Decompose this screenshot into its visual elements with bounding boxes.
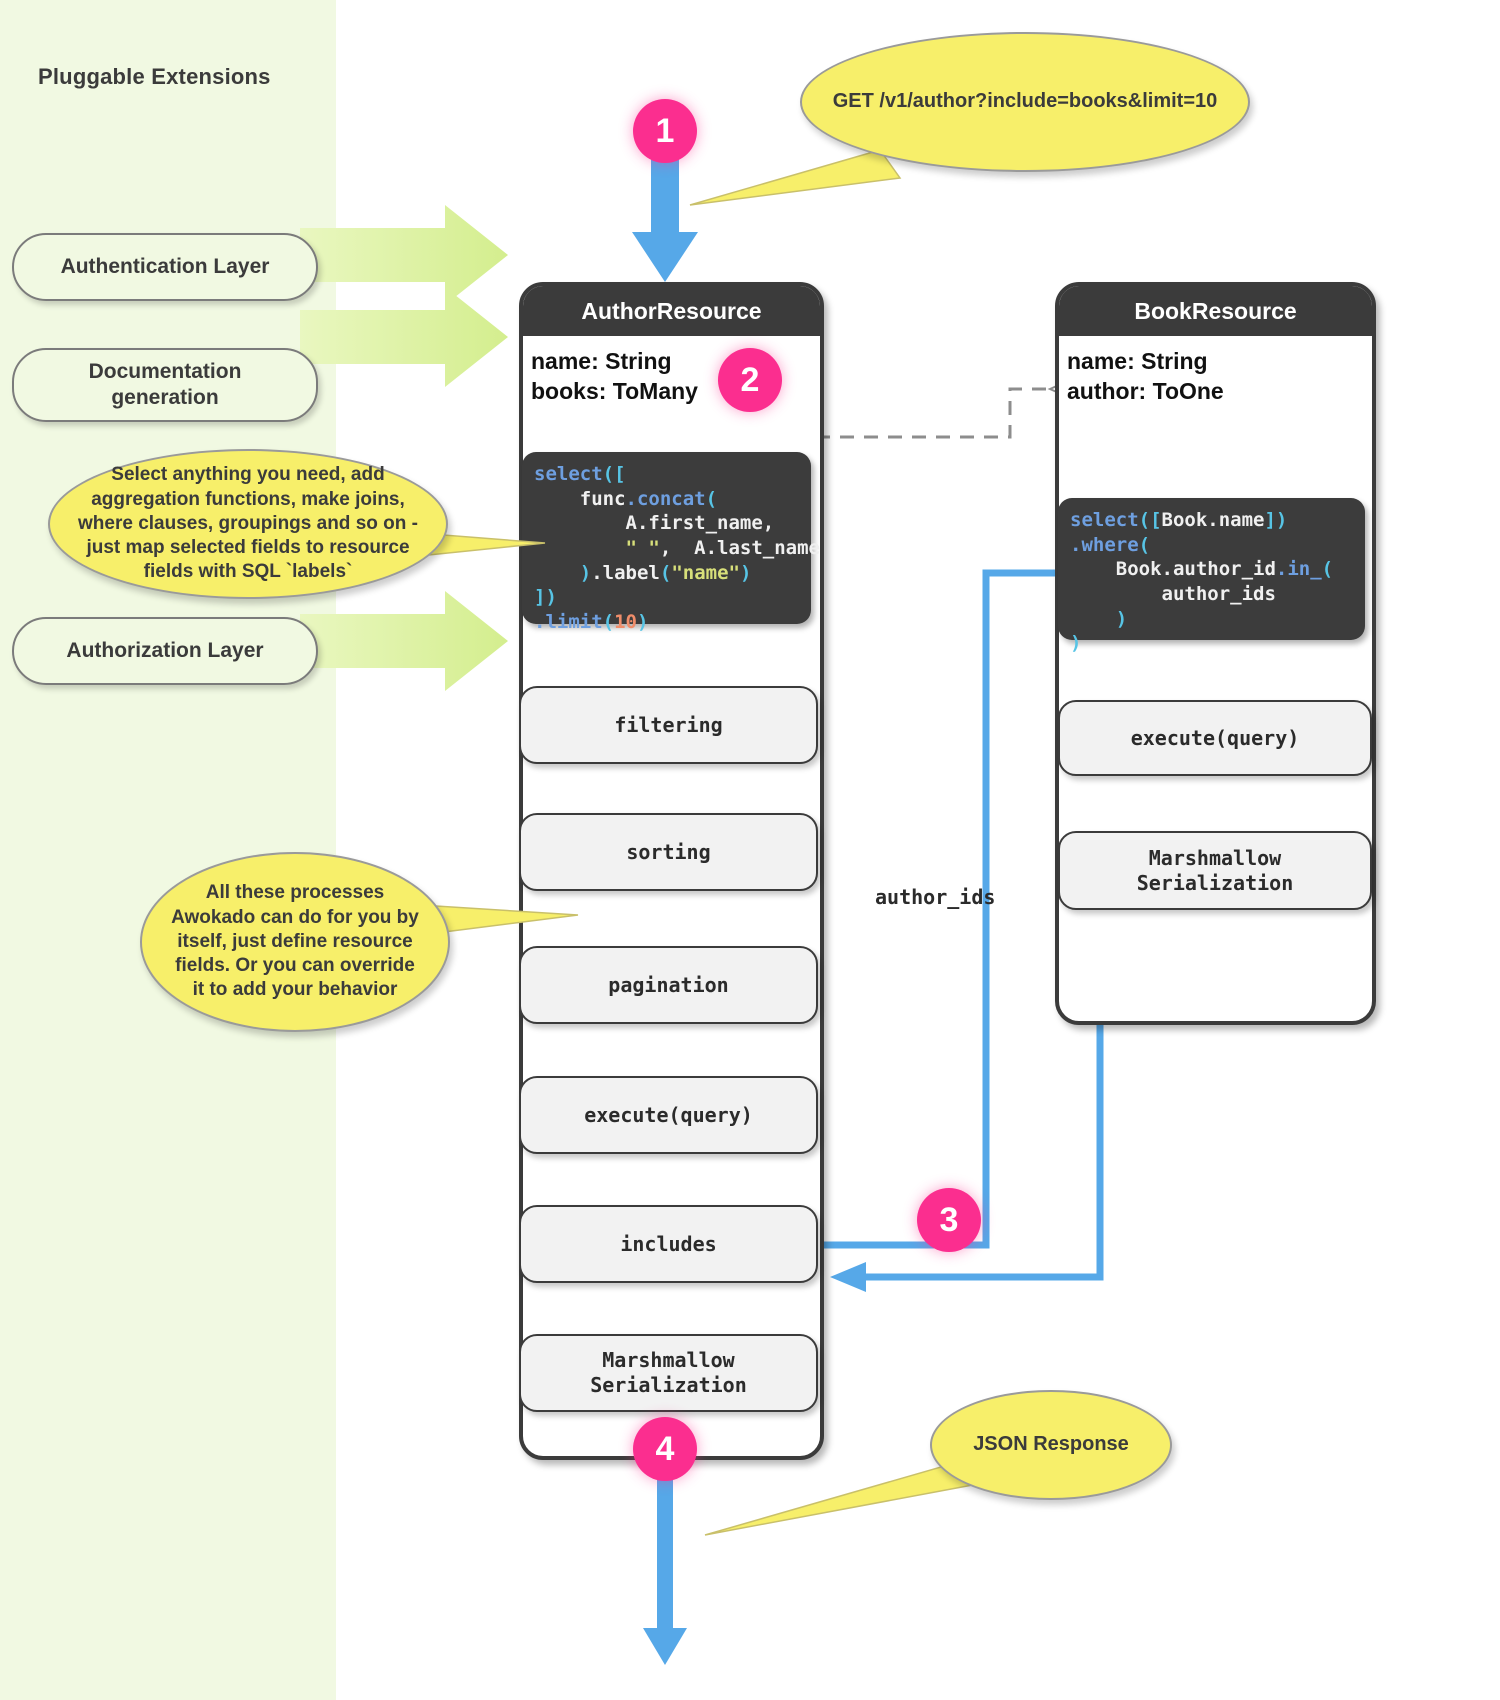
- marker-3: 3: [917, 1188, 981, 1252]
- request-callout: GET /v1/author?include=books&limit=10: [800, 32, 1250, 172]
- code-token: .where: [1070, 533, 1139, 556]
- marker-label: 2: [740, 360, 760, 399]
- select-note-text: Select anything you need, add aggregatio…: [78, 464, 418, 583]
- book-query-code: select([Book.name]) .where( Book.author_…: [1058, 498, 1365, 654]
- author-step-filtering[interactable]: filtering: [519, 686, 818, 764]
- code-token: ): [739, 561, 752, 584]
- ext-item-label: Authorization Layer: [66, 638, 264, 662]
- process-note-callout: All these processes Awokado can do for y…: [140, 852, 450, 1032]
- author-step-execute-query[interactable]: execute(query): [519, 1076, 818, 1154]
- code-token: .label: [591, 561, 660, 584]
- request-callout-text: GET /v1/author?include=books&limit=10: [832, 90, 1218, 113]
- book-field-author: author: ToOne: [1067, 378, 1224, 405]
- marker-2: 2: [718, 348, 782, 412]
- book-step-execute-query[interactable]: execute(query): [1058, 700, 1372, 776]
- ext-item-label: Documentation generation: [88, 359, 242, 409]
- book-field-name: name: String: [1067, 348, 1208, 374]
- marker-1: 1: [633, 99, 697, 163]
- code-token: (: [659, 561, 672, 584]
- code-token: .limit: [534, 611, 603, 634]
- book-resource-card[interactable]: BookResource name: String author: ToOne: [1055, 282, 1376, 1025]
- code-token: ): [1070, 632, 1082, 655]
- code-token: select: [534, 463, 603, 485]
- author-step-sorting[interactable]: sorting: [519, 813, 818, 891]
- step-label: includes: [620, 1231, 717, 1256]
- code-token: func: [534, 487, 626, 510]
- response-arrow: [643, 1478, 687, 1665]
- code-token: 10: [614, 611, 637, 634]
- author-step-marshmallow-serialization[interactable]: Marshmallow Serialization: [519, 1334, 818, 1412]
- book-result-arrowhead: [830, 1262, 866, 1292]
- code-token: ]): [1264, 509, 1288, 531]
- marker-4: 4: [633, 1417, 697, 1481]
- step-label: execute(query): [1130, 725, 1300, 750]
- ext-item-authentication-layer[interactable]: Authentication Layer: [12, 233, 318, 301]
- diagram-canvas: Pluggable Extensions Authentication Laye…: [0, 0, 1500, 1700]
- code-token: ): [579, 561, 592, 584]
- panel-title: Pluggable Extensions: [38, 64, 271, 89]
- ext-item-authorization-layer[interactable]: Authorization Layer: [12, 617, 318, 685]
- code-token: .concat: [625, 487, 706, 510]
- process-note-text: All these processes Awokado can do for y…: [171, 882, 419, 1001]
- author-step-pagination[interactable]: pagination: [519, 946, 818, 1024]
- response-callout: JSON Response: [930, 1390, 1172, 1500]
- select-note-callout: Select anything you need, add aggregatio…: [48, 449, 448, 599]
- author-resource-title: AuthorResource: [523, 286, 820, 336]
- author-query-code: select([ func.concat( A.first_name, " ",…: [522, 452, 820, 633]
- code-token: (: [602, 611, 615, 634]
- code-token: " ": [625, 537, 660, 560]
- code-token: ]): [534, 586, 557, 609]
- code-token: , A.last_name: [659, 537, 820, 560]
- marker-label: 4: [655, 1429, 675, 1468]
- code-token: Book.name: [1161, 509, 1265, 531]
- code-token: ): [636, 611, 649, 634]
- marker-label: 3: [939, 1200, 959, 1239]
- code-token: A.first_name,: [534, 512, 775, 535]
- ext-item-label: Authentication Layer: [60, 254, 270, 278]
- step-label: Marshmallow Serialization: [1136, 845, 1294, 895]
- code-token: select: [1070, 509, 1139, 531]
- ext-item-documentation-generation[interactable]: Documentation generation: [12, 348, 318, 422]
- code-token: ([: [1138, 509, 1162, 531]
- step-label: execute(query): [584, 1102, 753, 1127]
- step-label: sorting: [626, 839, 711, 864]
- step-label: Marshmallow Serialization: [590, 1348, 747, 1397]
- request-bubble-tail: [689, 149, 902, 206]
- author-ids-edge-label: author_ids: [875, 885, 996, 909]
- code-token: (: [1138, 533, 1151, 556]
- code-token: author_ids: [1070, 583, 1276, 606]
- code-token: ([: [602, 463, 626, 485]
- code-token: (: [1321, 558, 1334, 581]
- code-token: ): [1070, 607, 1128, 630]
- step-label: pagination: [608, 972, 729, 997]
- code-token: Book.author_id: [1070, 558, 1276, 581]
- book-step-marshmallow-serialization[interactable]: Marshmallow Serialization: [1058, 831, 1372, 910]
- code-token: .in_: [1275, 558, 1322, 581]
- code-token: (: [705, 487, 718, 510]
- author-step-includes[interactable]: includes: [519, 1205, 818, 1283]
- marker-label: 1: [655, 111, 675, 150]
- step-label: filtering: [614, 712, 723, 737]
- code-token: "name": [671, 561, 740, 584]
- book-resource-title: BookResource: [1059, 286, 1372, 336]
- book-resource-fields: name: String author: ToOne: [1059, 336, 1372, 407]
- response-callout-text: JSON Response: [973, 1433, 1129, 1456]
